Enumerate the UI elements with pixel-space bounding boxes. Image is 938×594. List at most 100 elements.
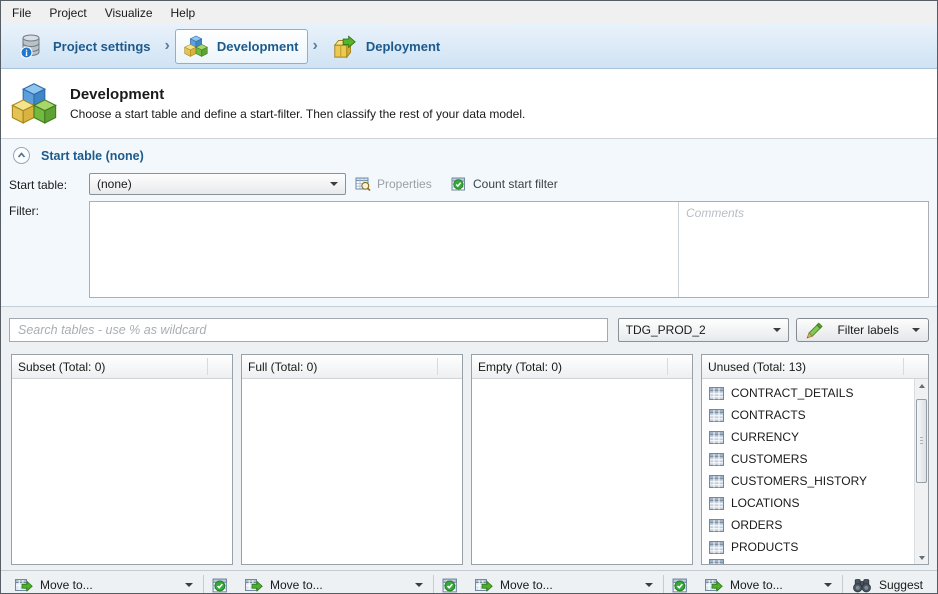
panel-empty-header[interactable]: Empty (Total: 0)	[472, 355, 692, 379]
schema-selected-value: TDG_PROD_2	[626, 323, 774, 337]
table-name: CONTRACTS	[731, 408, 806, 422]
suggest-button[interactable]: Suggest	[846, 573, 929, 594]
menu-item-file[interactable]: File	[3, 1, 40, 24]
move-to-button-unused[interactable]: Move to...	[701, 573, 839, 594]
scrollbar-thumb[interactable]	[916, 399, 927, 483]
table-row[interactable]: CUSTOMERS_HISTORY	[702, 470, 914, 492]
table-name: CONTRACT_DETAILS	[731, 386, 853, 400]
classify-check-button-full[interactable]	[437, 573, 463, 594]
breadcrumb-label: Development	[217, 39, 299, 54]
chevron-down-icon	[330, 182, 338, 186]
move-to-icon	[245, 578, 263, 592]
chevron-down-icon	[185, 583, 193, 587]
panel-unused: Unused (Total: 13) CONTRACT_DETAILS CONT…	[701, 354, 929, 565]
footer-action-bar: Move to... Move to... Move to...	[1, 570, 937, 594]
panel-unused-header[interactable]: Unused (Total: 13)	[702, 355, 928, 379]
scroll-down-button[interactable]	[915, 551, 928, 564]
breadcrumb-item-project-settings[interactable]: i Project settings	[9, 27, 160, 65]
menu-item-help[interactable]: Help	[162, 1, 205, 24]
table-row[interactable]: ORDERS	[702, 514, 914, 536]
breadcrumb-item-deployment[interactable]: Deployment	[323, 28, 449, 65]
table-row[interactable]: LOCATIONS	[702, 492, 914, 514]
comments-input[interactable]	[679, 202, 928, 297]
table-icon	[709, 519, 724, 532]
move-to-button-subset[interactable]: Move to...	[11, 573, 200, 594]
subset-table-list[interactable]	[12, 379, 232, 564]
triangle-up-icon	[919, 384, 925, 388]
app-window: File Project Visualize Help i Project se…	[0, 0, 938, 594]
footer-section-subset: Move to...	[11, 571, 233, 594]
table-icon	[709, 387, 724, 400]
properties-label: Properties	[377, 177, 432, 191]
panel-title: Full (Total: 0)	[248, 360, 317, 374]
tables-toolbar: TDG_PROD_2 Filter labels	[1, 307, 937, 353]
section-title: Start table (none)	[41, 149, 144, 163]
footer-section-unused: Move to... Suggest	[701, 571, 929, 594]
vertical-scrollbar[interactable]	[914, 379, 928, 564]
table-name: PRODUCTS	[731, 540, 798, 554]
table-icon	[709, 497, 724, 510]
classify-check-button-subset[interactable]	[207, 573, 233, 594]
start-table-select[interactable]: (none)	[89, 173, 346, 195]
divider	[433, 575, 434, 594]
properties-button[interactable]: Properties	[351, 173, 436, 195]
table-row-partial	[702, 558, 914, 564]
triangle-down-icon	[919, 556, 925, 560]
menu-item-visualize[interactable]: Visualize	[96, 1, 162, 24]
table-icon	[709, 475, 724, 488]
breadcrumb-label: Project settings	[53, 39, 151, 54]
table-name: CUSTOMERS	[731, 452, 807, 466]
unused-table-list[interactable]: CONTRACT_DETAILS CONTRACTS CURRENCY CUST…	[702, 382, 914, 558]
full-table-list[interactable]	[242, 379, 462, 564]
chevron-down-icon	[773, 328, 781, 332]
table-row[interactable]: CUSTOMERS	[702, 448, 914, 470]
move-to-button-full[interactable]: Move to...	[241, 573, 430, 594]
table-row[interactable]: PRODUCTS	[702, 536, 914, 558]
move-to-label: Move to...	[40, 578, 178, 592]
menu-item-project[interactable]: Project	[40, 1, 95, 24]
move-to-label: Move to...	[500, 578, 638, 592]
breadcrumb-item-development[interactable]: Development	[175, 29, 308, 64]
count-start-filter-button[interactable]: Count start filter	[447, 173, 562, 195]
start-table-section: Start table (none) Start table: (none) P…	[1, 139, 937, 307]
table-name: CURRENCY	[731, 430, 799, 444]
cubes-icon	[184, 35, 208, 58]
panel-subset: Subset (Total: 0)	[11, 354, 233, 565]
search-input[interactable]	[9, 318, 608, 342]
table-icon	[709, 431, 724, 444]
unused-panel-body: CONTRACT_DETAILS CONTRACTS CURRENCY CUST…	[702, 379, 928, 564]
breadcrumb: i Project settings › Development › Deplo…	[1, 24, 937, 69]
filter-label: Filter:	[9, 204, 39, 218]
panel-empty: Empty (Total: 0)	[471, 354, 693, 565]
table-icon	[709, 559, 724, 564]
empty-table-list[interactable]	[472, 379, 692, 564]
move-to-icon	[15, 578, 33, 592]
move-to-button-empty[interactable]: Move to...	[471, 573, 660, 594]
move-to-icon	[475, 578, 493, 592]
chevron-right-icon: ›	[308, 38, 323, 54]
chevron-down-icon	[912, 328, 920, 332]
table-row[interactable]: CURRENCY	[702, 426, 914, 448]
table-icon	[709, 541, 724, 554]
table-name: LOCATIONS	[731, 496, 799, 510]
table-check-icon	[672, 577, 689, 594]
scroll-up-button[interactable]	[915, 379, 928, 392]
table-icon	[709, 409, 724, 422]
panel-subset-header[interactable]: Subset (Total: 0)	[12, 355, 232, 379]
chevron-down-icon	[824, 583, 832, 587]
classify-check-button-empty[interactable]	[667, 573, 693, 594]
label-pencil-icon	[805, 321, 824, 339]
panel-full-header[interactable]: Full (Total: 0)	[242, 355, 462, 379]
table-properties-icon	[355, 176, 371, 192]
table-row[interactable]: CONTRACT_DETAILS	[702, 382, 914, 404]
panel-title: Empty (Total: 0)	[478, 360, 562, 374]
table-row[interactable]: CONTRACTS	[702, 404, 914, 426]
collapse-section-button[interactable]	[13, 147, 30, 164]
panel-full: Full (Total: 0)	[241, 354, 463, 565]
page-header: Development Choose a start table and def…	[1, 69, 937, 139]
count-start-filter-label: Count start filter	[473, 177, 558, 191]
chevron-right-icon: ›	[160, 38, 175, 54]
filter-editor[interactable]	[90, 202, 679, 297]
filter-labels-button[interactable]: Filter labels	[796, 318, 929, 342]
schema-select[interactable]: TDG_PROD_2	[618, 318, 790, 342]
